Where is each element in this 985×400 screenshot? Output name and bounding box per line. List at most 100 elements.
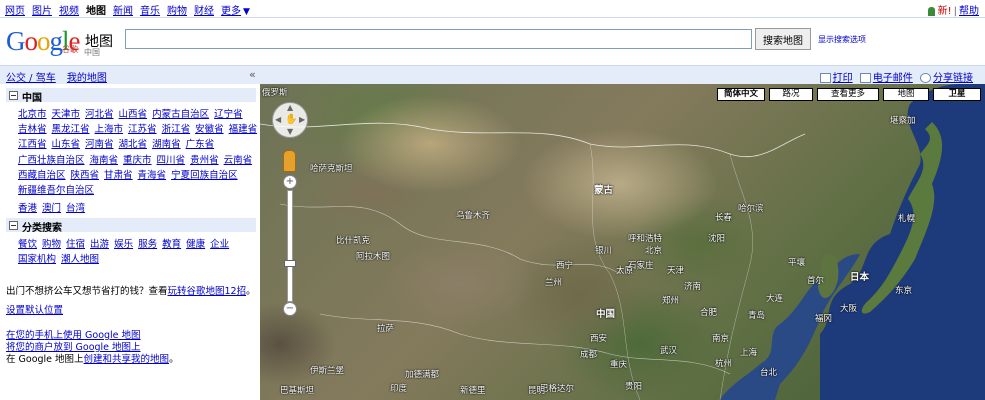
category-link[interactable]: 企业 [210, 239, 229, 250]
province-link[interactable]: 北京市 [18, 109, 47, 120]
province-link[interactable]: 陕西省 [71, 170, 100, 181]
province-link[interactable]: 贵州省 [190, 155, 219, 166]
category-link[interactable]: 健康 [186, 239, 205, 250]
top-right-links: 新! | 帮助 [927, 2, 979, 17]
search-options-link[interactable]: 显示搜索选项 [818, 34, 866, 45]
zoom-in-button[interactable]: + [283, 175, 297, 189]
province-link[interactable]: 江苏省 [128, 124, 157, 135]
share-link[interactable]: 分享链接 [933, 73, 973, 84]
satellite-map[interactable]: 简体中文 路况 查看更多 地图 卫星 ▲ ▼ ◀ ▶ ✋ + − 俄罗斯 哈萨克斯坦 蒙古乌… [260, 84, 985, 400]
region-link[interactable]: 台湾 [66, 203, 85, 214]
province-link[interactable]: 湖南省 [152, 139, 181, 150]
map-type-button[interactable]: 卫星 [933, 88, 981, 101]
map-type-button[interactable]: 地图 [883, 88, 929, 101]
province-link[interactable]: 宁夏回族自治区 [171, 170, 238, 181]
pan-right-icon[interactable]: ▶ [299, 115, 305, 124]
province-link[interactable]: 广西壮族自治区 [18, 155, 85, 166]
zoom-out-button[interactable]: − [283, 302, 297, 316]
help-link[interactable]: 帮助 [959, 6, 979, 17]
collapse-panel-icon[interactable]: « [249, 68, 256, 81]
nav-item[interactable]: 更多 [221, 6, 241, 17]
map-place-label: 福冈 [815, 314, 833, 324]
province-link[interactable]: 辽宁省 [214, 109, 243, 120]
promo-end: 。 [246, 286, 256, 297]
province-link[interactable]: 云南省 [224, 155, 253, 166]
collapse-toggle-icon[interactable] [9, 91, 18, 100]
sar-row: 香港 澳门 台湾 [18, 200, 90, 214]
map-place-label: 杭州 [715, 359, 733, 369]
nav-item[interactable]: 视频 [59, 6, 79, 17]
directions-link[interactable]: 公交 / 驾车 [6, 73, 56, 84]
nav-item[interactable]: 新闻 [113, 6, 133, 17]
top-navigation-bar: 网页 图片 视频 地图 新闻 音乐 购物 财经 更多 ▼ 新! | 帮助 [0, 0, 985, 18]
nav-item[interactable]: 音乐 [140, 6, 160, 17]
province-link[interactable]: 江西省 [18, 139, 47, 150]
category-link[interactable]: 国家机构 [18, 254, 56, 265]
nav-item[interactable]: 地图 [86, 6, 106, 17]
province-link[interactable]: 西藏自治区 [18, 170, 66, 181]
map-place-label: 加德满都 [405, 370, 440, 380]
province-link[interactable]: 河北省 [85, 109, 114, 120]
category-link[interactable]: 娱乐 [114, 239, 133, 250]
china-section-header[interactable]: 中国 [6, 88, 256, 104]
province-link[interactable]: 四川省 [157, 155, 186, 166]
category-link[interactable]: 服务 [138, 239, 157, 250]
street-view-pegman-icon[interactable] [283, 150, 296, 172]
border-line [260, 122, 806, 158]
search-maps-button[interactable]: 搜索地图 [755, 28, 811, 50]
province-link[interactable]: 山西省 [119, 109, 148, 120]
print-link[interactable]: 打印 [833, 73, 853, 84]
tips-link[interactable]: 玩转谷歌地图12招 [168, 286, 247, 297]
province-link[interactable]: 河南省 [85, 139, 114, 150]
zoom-slider-thumb[interactable] [284, 260, 296, 267]
category-link[interactable]: 出游 [90, 239, 109, 250]
province-link[interactable]: 湖北省 [119, 139, 148, 150]
region-link[interactable]: 澳门 [42, 203, 61, 214]
map-type-button[interactable]: 简体中文 [717, 88, 765, 101]
province-link[interactable]: 福建省 [229, 124, 258, 135]
nav-item[interactable]: 购物 [167, 6, 187, 17]
nav-item[interactable]: 网页 [5, 6, 25, 17]
nav-item[interactable]: 财经 [194, 6, 214, 17]
province-link[interactable]: 吉林省 [18, 124, 47, 135]
province-link[interactable]: 上海市 [95, 124, 124, 135]
province-link[interactable]: 青海省 [138, 170, 167, 181]
province-link[interactable]: 浙江省 [162, 124, 191, 135]
province-link[interactable]: 甘肃省 [104, 170, 133, 181]
pan-up-icon[interactable]: ▲ [287, 103, 293, 112]
category-link[interactable]: 住宿 [66, 239, 85, 250]
province-link[interactable]: 广东省 [186, 139, 215, 150]
pan-control[interactable]: ▲ ▼ ◀ ▶ ✋ [272, 102, 308, 138]
china-header-label: 中国 [22, 93, 42, 104]
province-link[interactable]: 内蒙古自治区 [152, 109, 209, 120]
create-my-maps-link[interactable]: 创建和共享我的地图 [84, 354, 170, 365]
province-link[interactable]: 新疆维吾尔自治区 [18, 185, 94, 196]
category-link[interactable]: 教育 [162, 239, 181, 250]
map-type-button[interactable]: 查看更多 [817, 88, 879, 101]
province-link[interactable]: 重庆市 [123, 155, 152, 166]
pan-left-icon[interactable]: ◀ [275, 115, 281, 124]
search-input[interactable] [125, 29, 752, 49]
map-place-label: 青岛 [748, 311, 766, 321]
new-badge: 新! [937, 6, 952, 17]
category-link[interactable]: 购物 [42, 239, 61, 250]
collapse-toggle-icon[interactable] [9, 221, 18, 230]
map-type-button[interactable]: 路况 [769, 88, 813, 101]
province-link[interactable]: 海南省 [90, 155, 119, 166]
province-link[interactable]: 山东省 [52, 139, 81, 150]
my-maps-link[interactable]: 我的地图 [67, 73, 107, 84]
more-dropdown-icon[interactable]: ▼ [243, 7, 250, 17]
province-link[interactable]: 天津市 [52, 109, 81, 120]
category-link[interactable]: 潮人地图 [61, 254, 99, 265]
category-section-header[interactable]: 分类搜索 [6, 218, 256, 234]
set-default-location-link[interactable]: 设置默认位置 [6, 305, 63, 316]
zoom-slider-track[interactable] [287, 190, 293, 302]
category-link[interactable]: 餐饮 [18, 239, 37, 250]
region-link[interactable]: 香港 [18, 203, 37, 214]
pan-down-icon[interactable]: ▼ [287, 127, 293, 136]
nav-item[interactable]: 图片 [32, 6, 52, 17]
email-link[interactable]: 电子邮件 [873, 73, 913, 84]
province-link[interactable]: 黑龙江省 [52, 124, 90, 135]
province-link[interactable]: 安徽省 [195, 124, 224, 135]
map-place-label: 贵阳 [625, 382, 643, 392]
